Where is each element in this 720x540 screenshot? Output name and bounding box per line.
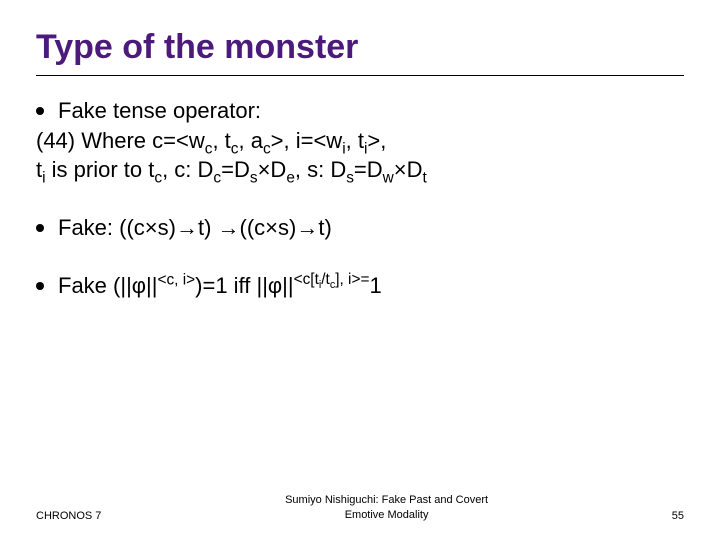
s: w — [383, 170, 394, 187]
t: , t — [212, 128, 230, 153]
t: <c[t — [294, 271, 319, 288]
footer-center-line2: Emotive Modality — [101, 508, 671, 522]
s: <c[ti/tc], i>= — [294, 271, 370, 288]
t: ×D — [394, 157, 423, 182]
slide-title: Type of the monster — [36, 28, 684, 76]
s: e — [286, 170, 295, 187]
t: )=1 iff ||φ|| — [195, 273, 293, 298]
slide-number: 55 — [672, 510, 684, 522]
s: s — [250, 170, 258, 187]
bullet-2-text: Fake: ((c×s)→t) →((c×s)→t) — [58, 213, 332, 243]
t: 1 — [369, 273, 381, 298]
t: >, i=<w — [271, 128, 343, 153]
block-3: Fake (||φ||<c, i>)=1 iff ||φ||<c[ti/tc],… — [36, 271, 684, 301]
block-1: Fake tense operator: (44) Where c=<wc, t… — [36, 96, 684, 185]
t: /t — [321, 271, 330, 288]
bullet-2: Fake: ((c×s)→t) →((c×s)→t) — [36, 213, 684, 243]
t: , t — [346, 128, 364, 153]
t: , c: D — [162, 157, 213, 182]
bullet-3-text: Fake (||φ||<c, i>)=1 iff ||φ||<c[ti/tc],… — [58, 271, 382, 301]
slide-footer: CHRONOS 7 Sumiyo Nishiguchi: Fake Past a… — [36, 493, 684, 522]
footer-left: CHRONOS 7 — [36, 510, 101, 522]
t: ], i>= — [335, 271, 369, 288]
line-prior: ti is prior to tc, c: Dc=Ds×De, s: Ds=Dw… — [36, 155, 684, 185]
t: is prior to t — [46, 157, 155, 182]
t: Fake (||φ|| — [58, 273, 157, 298]
s: t — [423, 170, 427, 187]
t: =D — [354, 157, 383, 182]
bullet-3: Fake (||φ||<c, i>)=1 iff ||φ||<c[ti/tc],… — [36, 271, 684, 301]
bullet-1-text: Fake tense operator: — [58, 96, 261, 126]
s: s — [346, 170, 354, 187]
t: >, — [367, 128, 386, 153]
s: c — [213, 170, 221, 187]
bullet-dot-icon — [36, 224, 44, 232]
t: (44) Where c=<w — [36, 128, 205, 153]
t: =D — [221, 157, 250, 182]
bullet-dot-icon — [36, 107, 44, 115]
t: ×D — [258, 157, 287, 182]
s: c — [154, 170, 162, 187]
s: <c, i> — [157, 271, 195, 288]
footer-center-line1: Sumiyo Nishiguchi: Fake Past and Covert — [101, 493, 671, 507]
line-44: (44) Where c=<wc, tc, ac>, i=<wi, ti>, — [36, 126, 684, 156]
bullet-1: Fake tense operator: — [36, 96, 684, 126]
block-2: Fake: ((c×s)→t) →((c×s)→t) — [36, 213, 684, 243]
bullet-dot-icon — [36, 282, 44, 290]
t: , s: D — [295, 157, 346, 182]
footer-center: Sumiyo Nishiguchi: Fake Past and Covert … — [101, 493, 671, 522]
t: , a — [238, 128, 262, 153]
